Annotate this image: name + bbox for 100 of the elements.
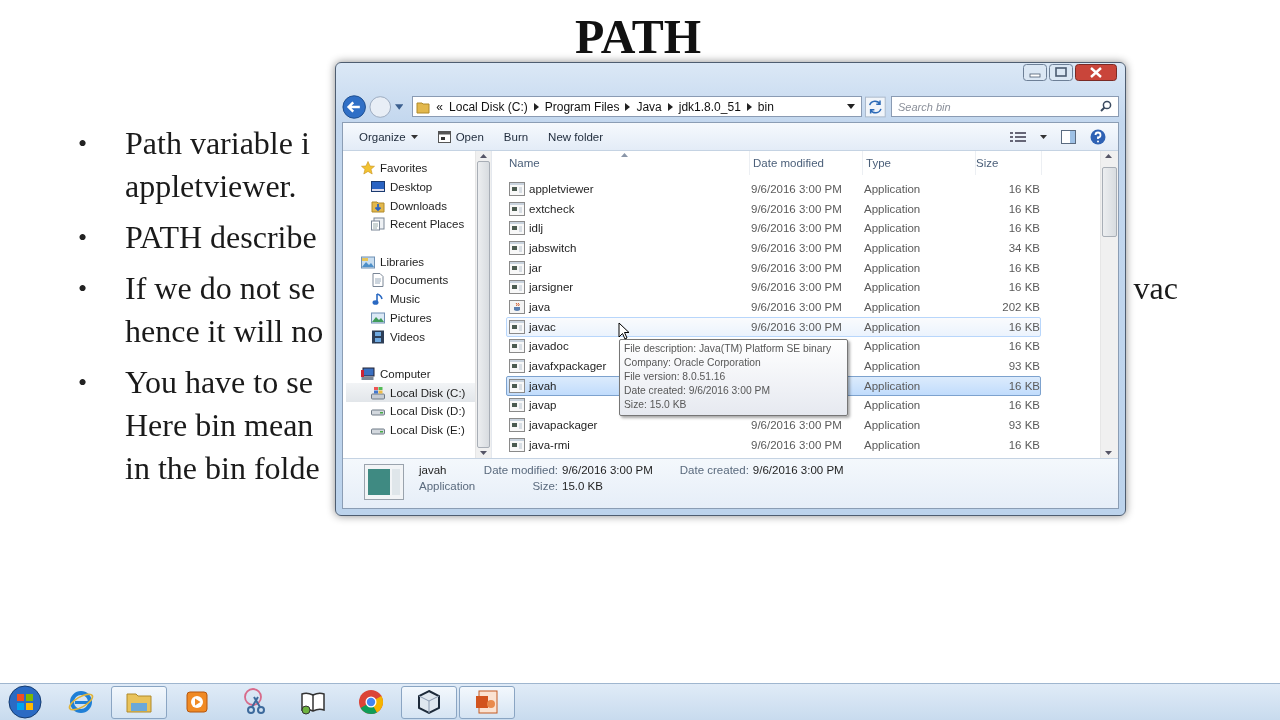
date-text: 9/6/2016 3:00 PM xyxy=(751,222,842,235)
nav-item[interactable]: Music xyxy=(343,289,475,309)
slide-text: You have to se xyxy=(125,363,313,402)
breadcrumb-item[interactable]: Program Files xyxy=(544,99,620,114)
star-icon xyxy=(361,161,375,176)
file-name: javah xyxy=(529,379,557,392)
toolbar-button[interactable]: New folder xyxy=(540,127,612,146)
close-button[interactable] xyxy=(1075,64,1117,81)
toolbar-button[interactable]: Open xyxy=(429,127,492,146)
file-row[interactable]: appletviewer 9/6/2016 3:00 PM Application 16 KB xyxy=(506,179,1041,199)
toolbar-button[interactable]: Organize xyxy=(351,127,426,146)
date-text: 9/6/2016 3:00 PM xyxy=(751,320,842,333)
scrollbar[interactable] xyxy=(475,151,491,458)
size-text: 34 KB xyxy=(1008,241,1040,254)
nav-item[interactable]: Recent Places xyxy=(343,215,475,234)
type-text: Application xyxy=(864,419,921,432)
size-text: 93 KB xyxy=(1008,419,1040,432)
size-text: 16 KB xyxy=(1008,438,1040,451)
back-button[interactable] xyxy=(342,93,367,120)
search-field[interactable]: Search bin xyxy=(891,96,1119,117)
file-row[interactable]: jabswitch 9/6/2016 3:00 PM Application 34 KB xyxy=(506,238,1041,258)
mouse-pointer-icon xyxy=(618,322,630,340)
slide-text: appletviewer. xyxy=(125,167,297,206)
app-window-icon xyxy=(509,437,525,452)
breadcrumb-item[interactable]: Local Disk (C:) xyxy=(449,99,528,114)
nav-item[interactable]: Computer xyxy=(343,364,475,384)
bullet-marker: • xyxy=(78,222,89,254)
breadcrumb-arrow-icon[interactable] xyxy=(625,102,631,111)
minimize-button[interactable] xyxy=(1023,64,1047,81)
file-name: javapackager xyxy=(529,419,598,432)
column-header[interactable]: Type xyxy=(863,151,976,175)
file-name: javafxpackager xyxy=(529,360,607,373)
app-window-icon xyxy=(509,181,525,196)
type-text: Application xyxy=(864,340,921,353)
app-window-icon xyxy=(509,339,525,354)
cube-icon xyxy=(415,688,443,716)
field-value: 15.0 KB xyxy=(562,480,603,492)
scrollbar-thumb[interactable] xyxy=(1102,167,1117,237)
preview-pane-icon[interactable] xyxy=(1061,129,1076,144)
nav-item[interactable]: Desktop xyxy=(343,177,475,197)
size-text: 202 KB xyxy=(1002,300,1040,313)
app-window-icon xyxy=(509,201,525,216)
help-icon[interactable] xyxy=(1090,128,1106,145)
caret-icon[interactable] xyxy=(1040,134,1047,139)
type-text: Application xyxy=(864,300,921,313)
nav-item[interactable]: Documents xyxy=(343,271,475,290)
breadcrumb-item[interactable]: jdk1.8.0_51 xyxy=(678,99,741,114)
date-text: 9/6/2016 3:00 PM xyxy=(751,438,842,451)
size-text: 16 KB xyxy=(1008,202,1040,215)
taskbar-button[interactable] xyxy=(401,685,457,719)
nav-item[interactable]: Local Disk (C:) xyxy=(346,383,475,402)
bullet-marker: • xyxy=(78,367,89,399)
breadcrumb-chevron[interactable]: « xyxy=(436,99,444,114)
date-text: 9/6/2016 3:00 PM xyxy=(751,300,842,313)
nav-item[interactable]: Local Disk (D:) xyxy=(343,401,475,421)
breadcrumb-item[interactable]: bin xyxy=(757,99,774,114)
nav-item[interactable]: Libraries xyxy=(343,252,475,272)
field-label: Date modified: xyxy=(482,464,558,476)
history-caret-icon[interactable] xyxy=(394,103,404,110)
date-text: 9/6/2016 3:00 PM xyxy=(751,241,842,254)
breadcrumb-arrow-icon[interactable] xyxy=(533,102,539,111)
toolbar-button[interactable]: Burn xyxy=(495,127,537,146)
type-text: Application xyxy=(864,222,921,235)
view-options-icon[interactable] xyxy=(1010,130,1026,143)
file-name: jabswitch xyxy=(529,241,577,254)
scrollbar-thumb[interactable] xyxy=(477,161,490,448)
date-text: 9/6/2016 3:00 PM xyxy=(751,419,842,432)
column-header[interactable]: Size xyxy=(976,151,1042,175)
app-window-icon xyxy=(509,221,525,236)
sort-arrow-icon xyxy=(621,153,628,157)
dropdown-caret-icon[interactable] xyxy=(847,104,856,109)
java-app-icon xyxy=(509,299,525,314)
nav-item[interactable]: Local Disk (E:) xyxy=(343,420,475,440)
size-text: 16 KB xyxy=(1008,320,1040,333)
maximize-button[interactable] xyxy=(1049,64,1073,81)
breadcrumb-arrow-icon[interactable] xyxy=(746,102,752,111)
scrollbar[interactable] xyxy=(1100,151,1118,458)
app-window-icon xyxy=(437,130,451,143)
nav-item[interactable]: Downloads xyxy=(343,196,475,216)
file-name: javah xyxy=(419,464,448,476)
file-row[interactable]: javapackager 9/6/2016 3:00 PM Application 93 KB xyxy=(506,415,1041,435)
refresh-button[interactable] xyxy=(865,95,886,118)
slide-text: hence it will no xyxy=(125,312,324,351)
slide-text: Here bin mean xyxy=(125,406,314,445)
nav-item[interactable]: Videos xyxy=(343,327,475,346)
breadcrumb-arrow-icon[interactable] xyxy=(667,102,673,111)
column-header[interactable]: Date modified xyxy=(750,151,863,175)
field-value: 9/6/2016 3:00 PM xyxy=(562,464,653,476)
size-text: 16 KB xyxy=(1008,261,1040,274)
address-bar[interactable]: « Local Disk (C:) Program Files Java jdk1.8.0_51 bin xyxy=(412,96,863,117)
field-label: Date created: xyxy=(679,464,749,476)
file-row[interactable]: java 9/6/2016 3:00 PM Application 202 KB xyxy=(506,297,1041,317)
bullet-marker: • xyxy=(78,128,89,160)
nav-item[interactable]: Favorites xyxy=(343,159,475,178)
nav-item[interactable]: Pictures xyxy=(343,308,475,328)
column-header[interactable]: Name xyxy=(506,151,750,175)
file-name: extcheck xyxy=(529,202,575,215)
file-name: javap xyxy=(529,399,557,412)
breadcrumb-item[interactable]: Java xyxy=(636,99,662,114)
start-button[interactable] xyxy=(7,684,43,720)
